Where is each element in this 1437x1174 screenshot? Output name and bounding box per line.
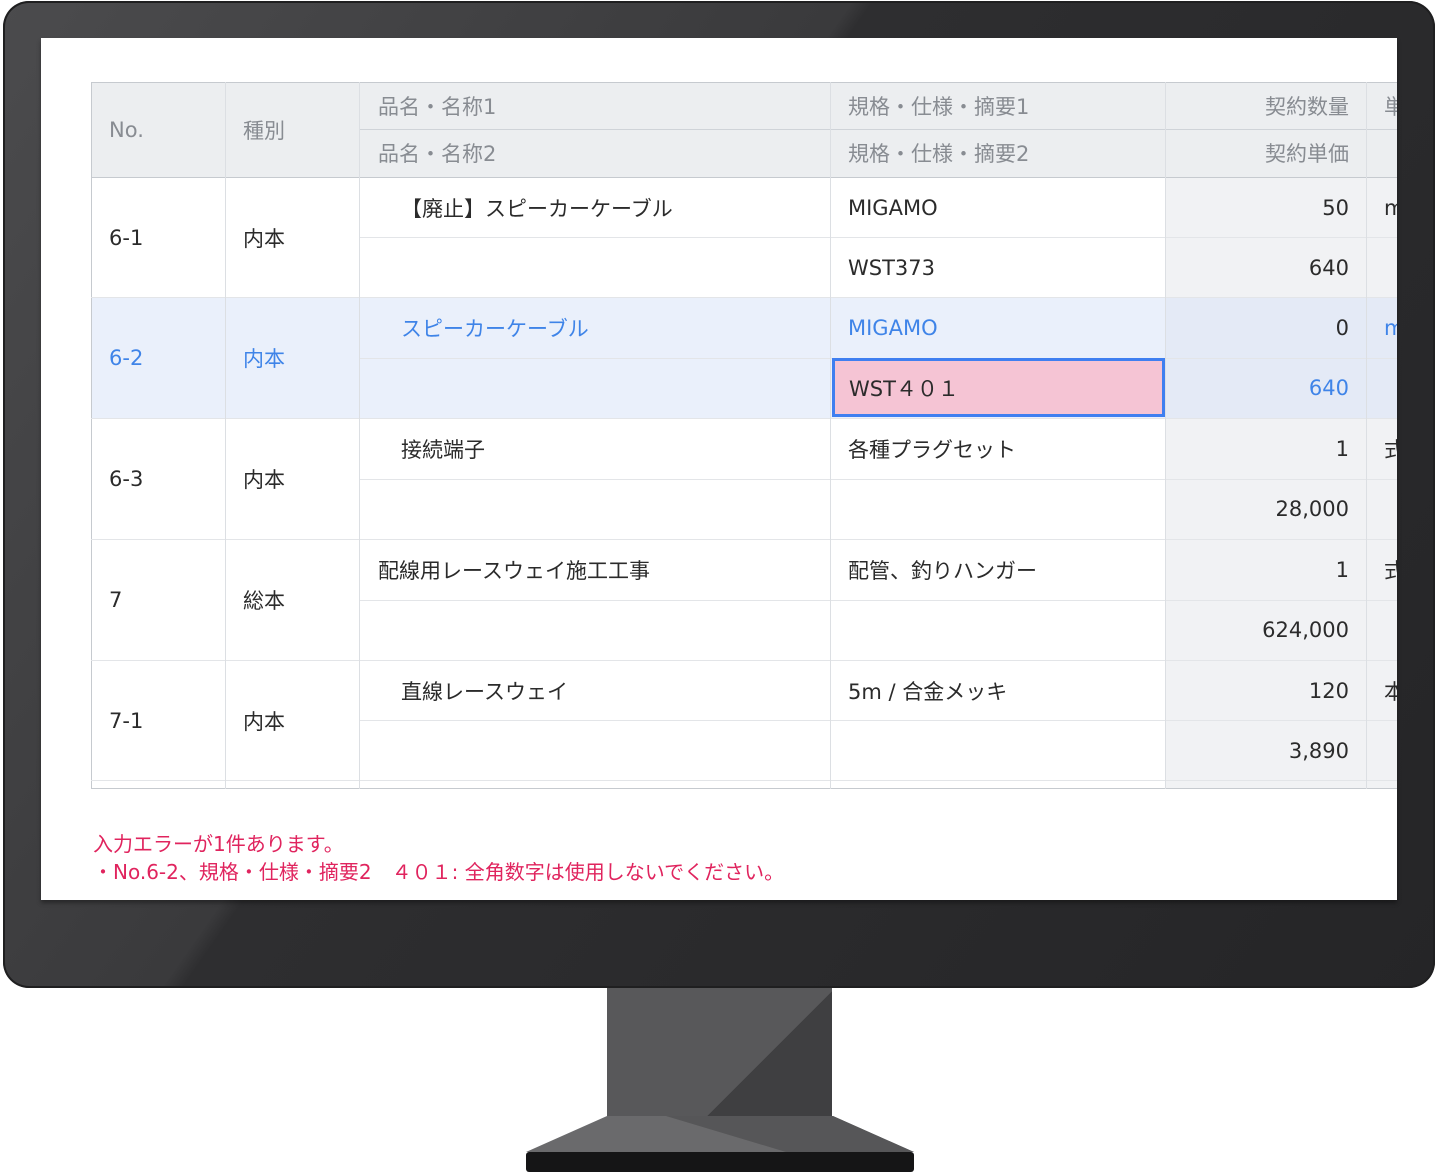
row-qty[interactable]: 1 — [1165, 419, 1366, 479]
row-name1[interactable]: 直線レースウェイ — [401, 661, 568, 721]
row-name1[interactable]: スピーカーケーブル — [401, 298, 589, 358]
row-type: 内本 — [243, 347, 285, 371]
row-unit[interactable]: 式 — [1384, 540, 1397, 600]
row-price[interactable]: 28,000 — [1165, 479, 1366, 539]
header-name2: 品名・名称2 — [378, 142, 497, 166]
row-type: 総本 — [243, 589, 285, 613]
row-qty[interactable]: 0 — [1165, 298, 1366, 358]
row-unit[interactable]: m — [1384, 178, 1397, 238]
row-spec1[interactable]: MIGAMO — [848, 178, 938, 238]
row-name1[interactable]: 配線用レースウェイ施工工事 — [378, 540, 650, 600]
row-type: 内本 — [243, 227, 285, 251]
row-unit[interactable]: m — [1384, 298, 1397, 358]
row-price[interactable]: 640 — [1165, 238, 1366, 298]
row-no: 7-1 — [109, 709, 144, 733]
header-unit: 単 — [1384, 94, 1397, 119]
row-unit[interactable]: 本 — [1384, 661, 1397, 721]
header-spec1: 規格・仕様・摘要1 — [848, 94, 1030, 119]
row-no: 6-2 — [109, 346, 144, 370]
row-spec1[interactable]: 配管、釣りハンガー — [848, 540, 1037, 600]
row-name1[interactable]: 【廃止】スピーカーケーブル — [401, 178, 673, 238]
row-spec2-error-input[interactable]: WST４０１ — [832, 358, 1165, 417]
row-no: 6-3 — [109, 467, 144, 491]
row-price[interactable]: 624,000 — [1165, 600, 1366, 660]
row-spec1[interactable]: MIGAMO — [848, 298, 938, 358]
header-name1: 品名・名称1 — [378, 94, 497, 119]
row-spec1[interactable]: 5m / 合金メッキ — [848, 661, 1007, 721]
row-qty[interactable]: 1 — [1165, 540, 1366, 600]
app-screen: No. 種別 品名・名称1 品名・名称2 規格・仕様・摘要1 規格・仕様・摘要2… — [41, 38, 1397, 900]
row-unit[interactable]: 式 — [1384, 419, 1397, 479]
error-summary: 入力エラーが1件あります。 — [93, 832, 344, 856]
row-price[interactable]: 3,890 — [1165, 721, 1366, 781]
row-spec1[interactable]: 各種プラグセット — [848, 419, 1016, 479]
row-qty[interactable]: 50 — [1165, 178, 1366, 238]
header-qty: 契約数量 — [1265, 94, 1349, 119]
row-price[interactable]: 640 — [1165, 358, 1366, 418]
header-spec2: 規格・仕様・摘要2 — [848, 142, 1030, 166]
error-detail: ・No.6-2、規格・仕様・摘要2 ４０１: 全角数字は使用しないでください。 — [93, 860, 785, 884]
row-name1[interactable]: 接続端子 — [401, 419, 485, 479]
monitor-stand-foot — [526, 1116, 914, 1152]
monitor-stand-base — [526, 1152, 914, 1172]
row-type: 内本 — [243, 468, 285, 492]
row-no: 7 — [109, 588, 123, 612]
row-no: 6-1 — [109, 226, 144, 250]
row-qty[interactable]: 120 — [1165, 661, 1366, 721]
row-spec2[interactable]: WST373 — [848, 238, 935, 298]
header-price: 契約単価 — [1265, 142, 1349, 166]
header-type: 種別 — [243, 118, 285, 143]
row-type: 内本 — [243, 710, 285, 734]
header-no: No. — [109, 117, 144, 142]
